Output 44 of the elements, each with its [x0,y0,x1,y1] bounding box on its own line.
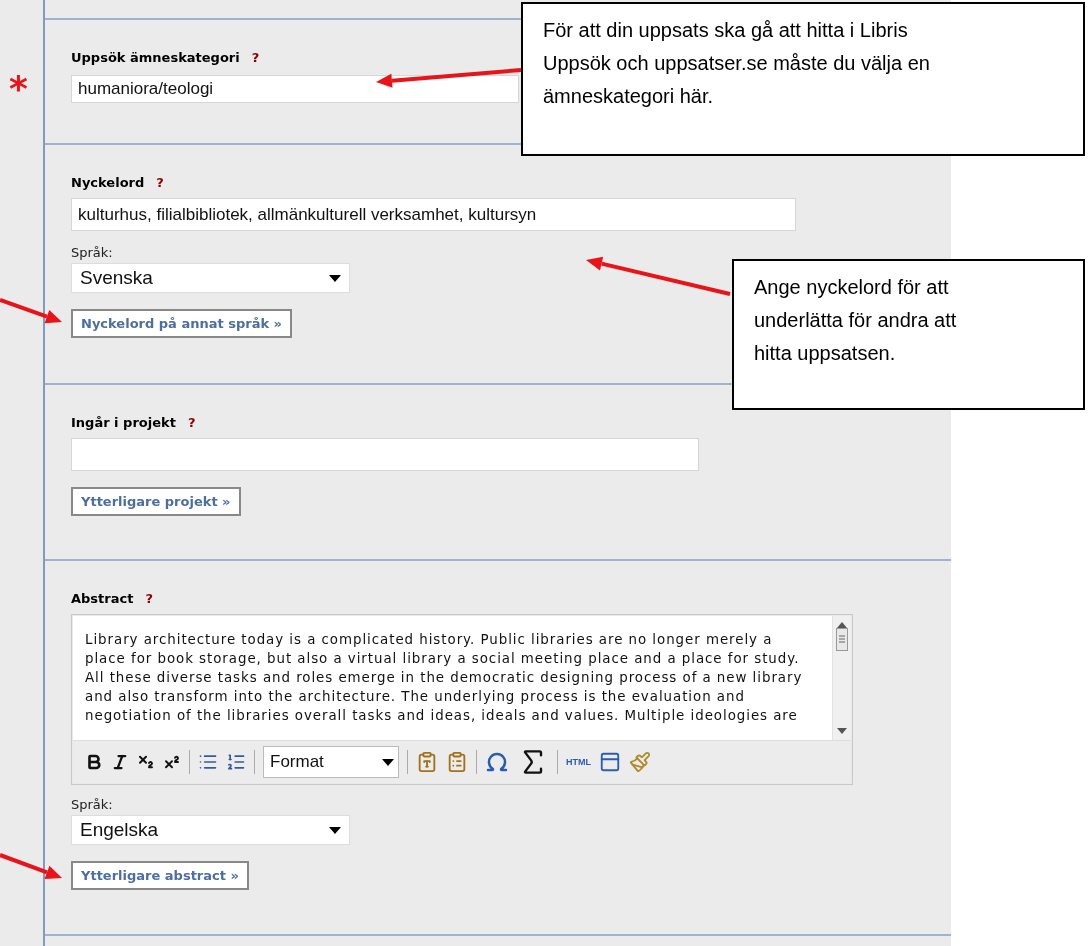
text-field[interactable]: kulturhus, filialbibliotek, allmänkulturell verksamhet, kultursyn [71,198,796,231]
italic-icon[interactable] [111,753,129,771]
caret-icon [329,274,341,282]
html-source-button[interactable]: HTML [566,757,591,767]
rich-text-editor[interactable] [71,614,853,785]
help-link[interactable]: ? [251,50,260,65]
text-field[interactable]: humaniora/teologi [71,75,519,103]
language-select[interactable]: Engelska [71,815,350,845]
callout-note: Ange nyckelord för att underlätta för andra att hitta uppsatsen. [732,259,1085,410]
window-icon[interactable] [599,751,621,773]
callout-note: För att din uppsats ska gå att hitta i Libris Uppsök och uppsatser.se måste du välja en ämneskategori här. [521,2,1085,156]
abstract-text: Library architecture today is a complicated history. Public libraries are no longer merely a place for book storage, but also a virtual library a social meeting place and a place for study. All these diverse tasks and roles emerge in the democratic designing process of a new library and also transform into the architecture. The underlying process is the evaluation and negotiation of the libraries overall tasks and ideas, ideals and values. Multiple ideologies are [84,631,804,725]
bold-icon[interactable] [85,753,103,771]
add-button[interactable]: Nyckelord på annat språk » [71,309,292,338]
help-link[interactable]: ? [145,591,153,606]
pointer-arrow [0,853,62,879]
language-label: Språk: [71,797,113,812]
pointer-arrow [0,298,62,324]
bullet-list-icon[interactable] [198,752,218,772]
field-label: Nyckelord [71,175,145,190]
field-label: Abstract [71,591,134,606]
paste-word-icon[interactable] [446,751,468,773]
subscript-icon[interactable] [137,753,155,771]
caret-icon [329,826,341,834]
brush-icon[interactable] [629,751,651,773]
scroll-down-icon[interactable] [837,728,847,734]
scroll-thumb[interactable] [836,628,848,651]
field-label: Uppsök ämneskategori [71,50,240,65]
text-field[interactable] [71,438,699,471]
paste-text-icon[interactable] [416,751,438,773]
required-mark: * [9,68,28,109]
numbered-list-icon[interactable] [226,752,246,772]
help-link[interactable]: ? [187,415,196,430]
add-button[interactable]: Ytterligare projekt » [71,487,241,516]
scrollbar[interactable] [832,616,851,740]
format-dropdown[interactable]: Format [263,746,399,778]
help-link[interactable]: ? [156,175,164,190]
omega-icon[interactable] [485,750,509,774]
field-label: Ingår i projekt [71,415,176,430]
caret-icon [382,758,394,766]
add-button[interactable]: Ytterligare abstract » [71,861,249,890]
superscript-icon[interactable] [163,753,181,771]
language-select[interactable]: Svenska [71,263,350,293]
language-label: Språk: [71,245,113,260]
